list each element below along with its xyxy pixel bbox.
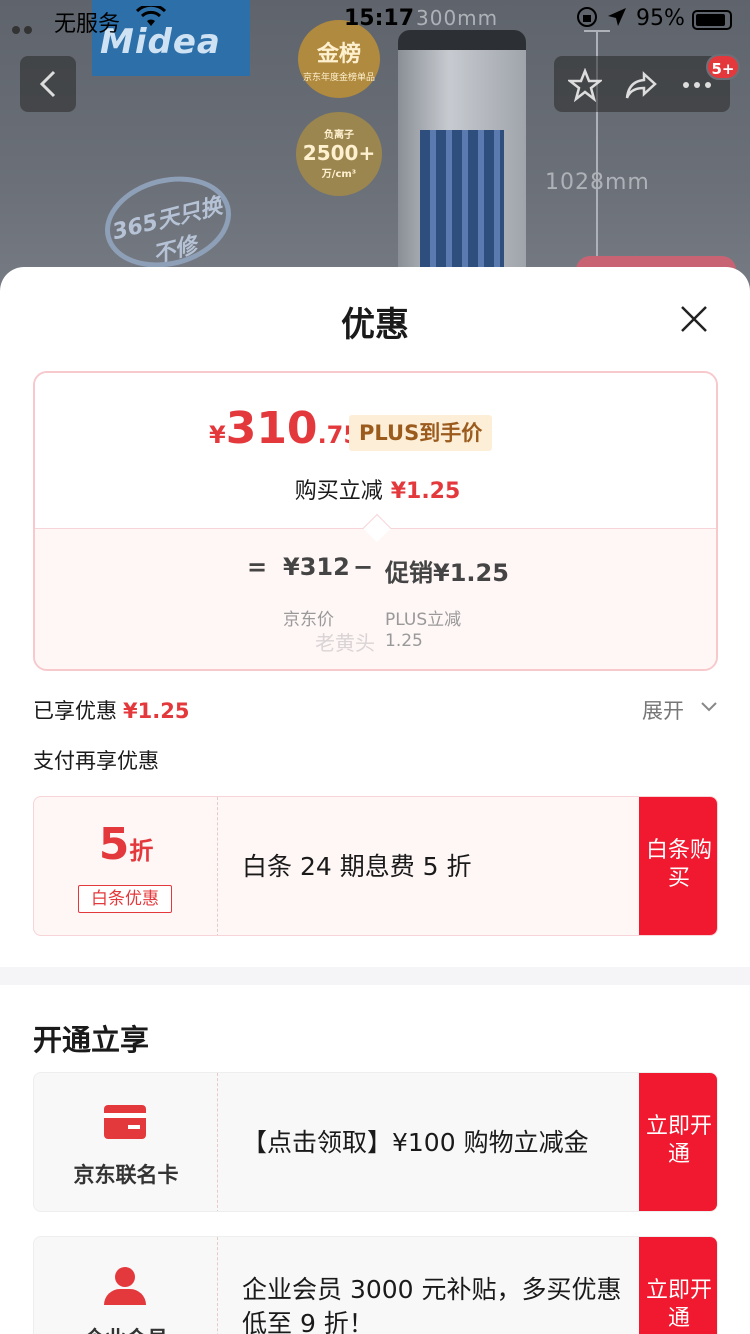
open-enterprise-member-button[interactable]: 立即开通 xyxy=(639,1237,717,1334)
enterprise-member-offer[interactable]: 企业会员 企业会员 3000 元补贴，多买优惠低至 9 折！ 立即开通 xyxy=(33,1236,718,1334)
signal-dots-icon xyxy=(12,15,42,34)
gold-badge-title: 金榜 xyxy=(316,42,361,67)
expand-toggle[interactable]: 展开 xyxy=(642,695,717,725)
user-icon xyxy=(104,1267,146,1305)
back-button[interactable] xyxy=(20,56,76,112)
ion-badge-value: 2500+ xyxy=(302,141,376,165)
product-image-backdrop: Midea 金榜 京东年度金榜单品 负离子 2500+ 万/cm³ 365天只换… xyxy=(0,0,750,300)
baitiao-description: 白条 24 期息费 5 折 xyxy=(242,852,472,881)
plus-price-tag: PLUS到手价 xyxy=(349,415,493,451)
clock: 15:17 xyxy=(344,6,415,31)
pay-discount-title: 支付再享优惠 xyxy=(33,749,159,773)
message-count-badge: 5+ xyxy=(706,54,740,80)
enterprise-member-name: 企业会员 xyxy=(34,1323,218,1334)
cobrand-card-offer[interactable]: 京东联名卡 【点击领取】¥100 购物立减金 立即开通 xyxy=(33,1072,718,1212)
promo-amount: 促销¥1.25 xyxy=(385,559,509,587)
reduction-label: 购买立减 xyxy=(294,479,383,504)
share-icon[interactable] xyxy=(624,68,658,102)
jd-price: ¥312 xyxy=(283,553,350,581)
discount-value: 5折 xyxy=(34,819,218,870)
baitiao-tag: 白条优惠 xyxy=(78,885,172,913)
carrier-text: 无服务 xyxy=(54,12,121,37)
gold-badge-sub: 京东年度金榜单品 xyxy=(302,73,375,83)
enjoyed-discount: 已享优惠 ¥1.25 xyxy=(33,695,189,725)
ion-badge-unit: 万/cm³ xyxy=(321,169,357,180)
section-divider xyxy=(0,967,750,985)
ion-badge-top: 负离子 xyxy=(324,130,354,141)
sheet-title: 优惠 xyxy=(341,305,409,345)
dimension-height: 1028mm xyxy=(545,170,650,195)
reduction-amount: ¥1.25 xyxy=(390,479,461,504)
final-price-section: ¥310.75 PLUS到手价 购买立减 ¥1.25 xyxy=(35,373,716,528)
formula-minus: − xyxy=(353,553,374,581)
price-integer: 310 xyxy=(225,403,318,454)
top-action-bar xyxy=(554,56,730,112)
plus-reduce-amount: 1.25 xyxy=(385,631,423,651)
open-section-title: 开通立享 xyxy=(33,1023,150,1057)
ion-badge: 负离子 2500+ 万/cm³ xyxy=(296,112,382,196)
price-currency: ¥ xyxy=(209,421,226,449)
cobrand-card-tile: 京东联名卡 xyxy=(34,1073,218,1211)
cobrand-card-name: 京东联名卡 xyxy=(73,1163,179,1187)
purchase-reduction: 购买立减 ¥1.25 xyxy=(35,473,716,505)
chevron-left-icon xyxy=(39,70,56,98)
battery-percent: 95% xyxy=(636,6,685,31)
final-price: ¥310.75 xyxy=(209,403,360,454)
wifi-icon xyxy=(135,3,167,34)
cobrand-card-description: 【点击领取】¥100 购物立减金 xyxy=(242,1128,589,1157)
enterprise-member-description: 企业会员 3000 元补贴，多买优惠低至 9 折！ xyxy=(242,1275,622,1334)
rotation-lock-icon xyxy=(576,6,598,34)
price-breakdown-card: ¥310.75 PLUS到手价 购买立减 ¥1.25 = ¥312 − 促销¥1.… xyxy=(33,371,718,671)
watermark: 老黄头 xyxy=(315,631,375,655)
expand-label: 展开 xyxy=(642,699,684,723)
enterprise-member-tile: 企业会员 xyxy=(34,1237,218,1334)
status-bar: 无服务 15:17 95% xyxy=(0,0,750,40)
enjoyed-label: 已享优惠 xyxy=(33,699,117,723)
battery-icon xyxy=(692,10,732,30)
discount-unit: 折 xyxy=(129,837,154,865)
close-icon[interactable] xyxy=(676,301,712,337)
enjoyed-amount: ¥1.25 xyxy=(123,699,190,723)
credit-card-icon xyxy=(104,1105,146,1139)
baitiao-discount-badge: 5折 白条优惠 xyxy=(34,797,218,935)
star-favorite-icon[interactable] xyxy=(568,68,602,102)
location-icon xyxy=(606,6,628,34)
discount-number: 5 xyxy=(98,819,130,870)
price-formula-section: = ¥312 − 促销¥1.25 京东价 PLUS立减 1.25 老黄头 xyxy=(35,528,716,669)
baitiao-buy-button[interactable]: 白条购买 xyxy=(639,797,717,935)
plus-reduce-label: PLUS立减 xyxy=(385,610,462,630)
warranty-seal: 365天只换不修 xyxy=(95,163,241,281)
baitiao-offer[interactable]: 5折 白条优惠 白条 24 期息费 5 折 白条购买 xyxy=(33,796,718,936)
discount-sheet: 优惠 ¥310.75 PLUS到手价 购买立减 ¥1.25 = ¥312 − 促销… xyxy=(0,267,750,1334)
formula-equals: = xyxy=(247,553,268,581)
product-tower-fan xyxy=(398,30,526,290)
chevron-down-icon xyxy=(701,702,717,712)
open-cobrand-card-button[interactable]: 立即开通 xyxy=(639,1073,717,1211)
